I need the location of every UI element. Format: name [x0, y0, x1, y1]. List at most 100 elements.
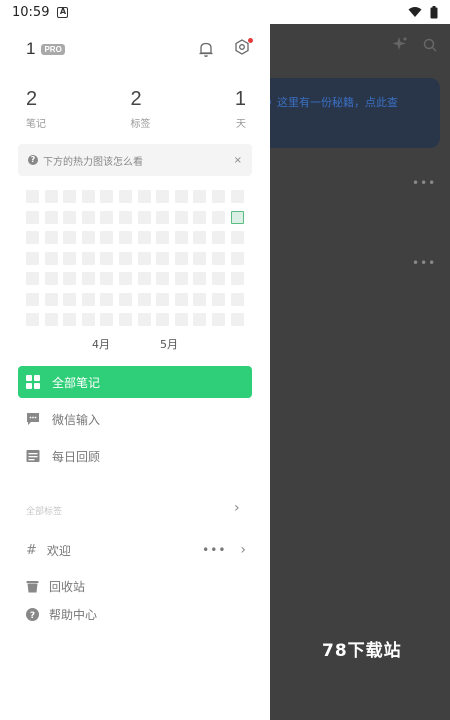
- nav-trash[interactable]: 回收站: [26, 576, 85, 596]
- nav-daily-review[interactable]: 每日回顾: [18, 440, 252, 472]
- sparkle-icon: [392, 37, 407, 50]
- heatmap-cell: [137, 313, 151, 326]
- status-time: 10:59: [12, 4, 50, 20]
- notification-dot: [248, 38, 253, 43]
- settings-button[interactable]: [234, 38, 253, 59]
- background-more-icon: •••: [412, 176, 437, 190]
- background-banner: 》这里有一份秘籍，点此查: [270, 78, 440, 148]
- heatmap-cell: [212, 313, 225, 326]
- tag-item-welcome[interactable]: # 欢迎 ••• ›: [26, 540, 246, 560]
- heatmap-hint[interactable]: ? 下方的热力图该怎么看 ×: [18, 144, 252, 176]
- heatmap-cell: [81, 210, 95, 224]
- heatmap-cell: [81, 292, 95, 306]
- background-more-icon: •••: [412, 256, 437, 270]
- heatmap-cell: [100, 251, 114, 265]
- nav-label: 微信输入: [52, 412, 101, 427]
- hash-icon: #: [26, 542, 37, 558]
- heatmap-cell: [44, 231, 58, 244]
- heatmap-cell: [81, 190, 95, 203]
- heatmap-cell: [119, 251, 132, 265]
- nav-all-notes[interactable]: 全部笔记: [18, 366, 252, 398]
- nav-wechat-input[interactable]: 微信输入: [18, 403, 252, 435]
- heatmap-cell: [44, 272, 58, 285]
- stats-row: 2 笔记 2 标签 1 天: [26, 88, 246, 130]
- heatmap-cell: [137, 210, 151, 224]
- user-number[interactable]: 1: [26, 39, 35, 59]
- stat-tags[interactable]: 2 标签: [130, 88, 150, 130]
- nav-label: 帮助中心: [49, 607, 98, 622]
- heatmap-cell: [63, 210, 77, 224]
- heatmap-cell: [26, 313, 39, 326]
- grid-icon: [26, 375, 40, 389]
- heatmap-cell: [212, 210, 225, 224]
- heatmap-cell: [63, 190, 77, 203]
- heatmap-cell: [212, 231, 225, 244]
- month-label: 4月: [92, 338, 110, 351]
- nav-label: 全部笔记: [52, 375, 101, 390]
- heatmap-cell: [119, 272, 132, 285]
- heatmap-cell: [26, 251, 39, 265]
- heatmap-cell: [174, 313, 188, 326]
- stat-notes[interactable]: 2 笔记: [26, 88, 46, 130]
- more-icon[interactable]: •••: [202, 543, 226, 557]
- heatmap-cell: [193, 251, 207, 265]
- status-bar: 10:59 A: [0, 0, 450, 24]
- month-label: 5月: [160, 338, 178, 351]
- bell-icon[interactable]: [198, 41, 214, 58]
- watermark: 78下载站: [322, 641, 402, 661]
- chevron-right-icon[interactable]: ›: [240, 542, 246, 558]
- heatmap-cell: [100, 272, 114, 285]
- chevron-right-icon[interactable]: ›: [234, 500, 240, 516]
- heatmap-cell: [230, 272, 244, 285]
- heatmap-cell: [119, 313, 132, 326]
- heatmap-cell: [100, 190, 114, 203]
- stat-value: 2: [130, 88, 142, 110]
- heatmap-cell: [44, 313, 58, 326]
- help-icon: ?: [26, 607, 39, 621]
- heatmap-cell: [193, 210, 207, 224]
- heatmap-cell: [119, 292, 132, 306]
- heatmap-cell: [230, 231, 244, 244]
- heatmap-cell: [119, 231, 132, 244]
- heatmap-cell: [137, 231, 151, 244]
- side-drawer: 1 PRO 2 笔记 2 标签 1 天 ? 下方的热力图该怎么看 × 4月 5月…: [0, 24, 270, 720]
- heatmap-cell: [156, 210, 170, 224]
- heatmap-cell: [44, 210, 58, 224]
- heatmap-cell: [230, 190, 244, 203]
- heatmap-cell: [81, 231, 95, 244]
- nav-label: 回收站: [49, 579, 86, 594]
- heatmap-cell: [156, 231, 170, 244]
- close-icon[interactable]: ×: [234, 155, 242, 166]
- heatmap-cell: [26, 190, 39, 203]
- heatmap-cell: [44, 190, 58, 203]
- trash-icon: [26, 580, 39, 592]
- heatmap-cell: [100, 292, 114, 306]
- heatmap-cell: [81, 313, 95, 326]
- heatmap-cell: [174, 251, 188, 265]
- nav-help-center[interactable]: ? 帮助中心: [26, 604, 97, 624]
- stat-label: 天: [236, 119, 246, 130]
- heatmap-cell: [174, 210, 188, 224]
- chat-icon: [27, 413, 39, 425]
- battery-icon: [430, 5, 438, 18]
- heatmap-cell: [212, 292, 225, 306]
- pro-badge: PRO: [41, 43, 65, 55]
- heatmap-cell: [63, 272, 77, 285]
- heatmap-cell: [63, 292, 77, 306]
- tags-section-title[interactable]: 全部标签: [26, 504, 62, 517]
- heatmap-cell: [174, 190, 188, 203]
- heatmap-cell: [156, 292, 170, 306]
- heatmap-cell: [156, 313, 170, 326]
- heatmap-cell: [44, 251, 58, 265]
- stat-value: 1: [234, 88, 246, 110]
- heatmap-cell: [193, 190, 207, 203]
- heatmap-cell: [63, 251, 77, 265]
- drawer-header: 1 PRO: [26, 38, 253, 60]
- activity-heatmap: [26, 190, 246, 330]
- heatmap-cell: [137, 272, 151, 285]
- heatmap-cell: [81, 272, 95, 285]
- heatmap-cell: [212, 272, 225, 285]
- stat-days[interactable]: 1 天: [235, 88, 246, 130]
- heatmap-cell: [81, 251, 95, 265]
- heatmap-cell: [119, 210, 132, 224]
